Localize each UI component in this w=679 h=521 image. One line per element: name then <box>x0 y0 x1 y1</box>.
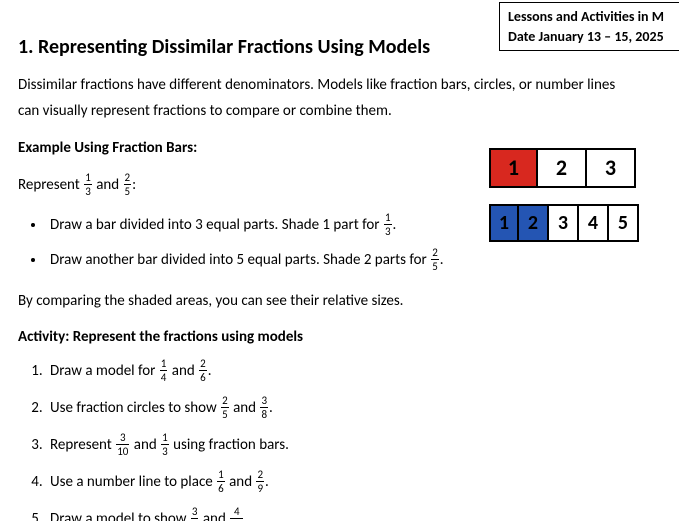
compare-text: By comparing the shaded areas, you can s… <box>18 291 679 311</box>
bar5-cell-2: 2 <box>519 204 549 242</box>
activity-item-4: Use a number line to place 16 and 29. <box>46 470 679 495</box>
fraction-1-3: 1 3 <box>84 172 92 197</box>
activity-item-5: Draw a model to show 37 and 410. <box>46 507 679 521</box>
activity-item-2: Use fraction circles to show 25 and 38. <box>46 396 679 421</box>
header-course: Lessons and Activities in M <box>508 7 675 27</box>
page: Lessons and Activities in M Date January… <box>0 0 679 521</box>
header-date: Date January 13 – 15, 2025 <box>508 27 675 47</box>
bar5-cell-5: 5 <box>609 204 639 242</box>
activity-heading: Activity: Represent the fractions using … <box>18 327 679 347</box>
fraction-2-5-b: 2 5 <box>431 247 439 272</box>
bar3-cell-2: 2 <box>538 148 587 188</box>
fraction-bar-models: 1 2 3 1 2 3 4 5 <box>489 148 659 258</box>
fraction-2-5: 2 5 <box>124 172 132 197</box>
text-colon: : <box>132 176 136 194</box>
text-and: and <box>96 176 122 194</box>
activity-item-3: Represent 310 and 13 using fraction bars… <box>46 433 679 458</box>
page-title: 1. Representing Dissimilar Fractions Usi… <box>18 34 498 61</box>
bar5-cell-3: 3 <box>549 204 579 242</box>
intro-line-1: Dissimilar fractions have different deno… <box>18 75 679 95</box>
bar5-cell-4: 4 <box>579 204 609 242</box>
bar3-cell-1: 1 <box>489 148 538 188</box>
bar5-cell-1: 1 <box>489 204 519 242</box>
fraction-bar-fifths: 1 2 3 4 5 <box>489 204 659 242</box>
intro-line-2: can visually represent fractions to comp… <box>18 101 679 121</box>
activity-item-1: Draw a model for 14 and 26. <box>46 359 679 384</box>
document-header-box: Lessons and Activities in M Date January… <box>499 2 679 51</box>
fraction-1-3-b: 1 3 <box>384 212 392 237</box>
activity-list: Draw a model for 14 and 26. Use fraction… <box>18 359 679 521</box>
bar3-cell-3: 3 <box>587 148 636 188</box>
example-represent-prefix: Represent <box>18 176 83 194</box>
fraction-bar-thirds: 1 2 3 <box>489 148 659 188</box>
